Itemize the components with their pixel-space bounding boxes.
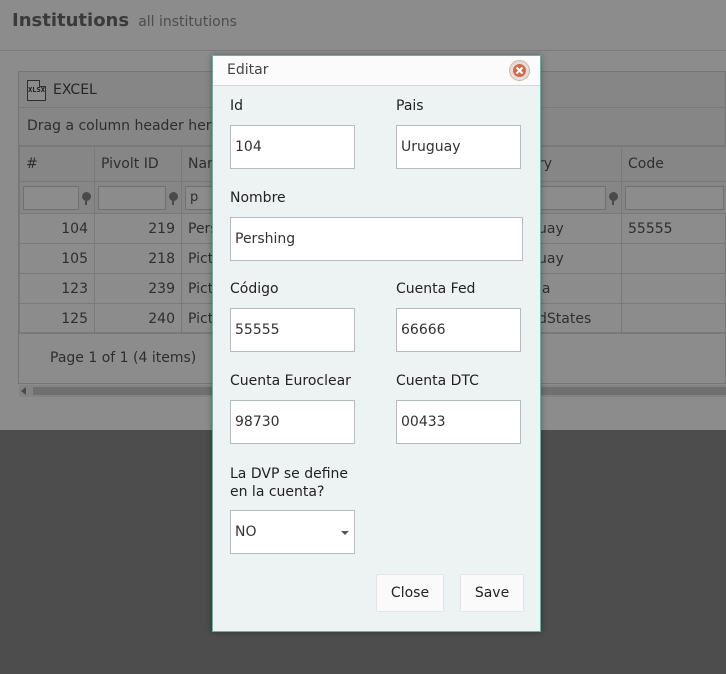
cuenta-fed-field[interactable]: 66666 — [396, 308, 521, 352]
nombre-label: Nombre — [230, 190, 286, 206]
save-button[interactable]: Save — [460, 574, 524, 612]
codigo-field[interactable]: 55555 — [230, 308, 355, 352]
id-label: Id — [230, 98, 244, 114]
cuenta-dtc-field[interactable]: 00433 — [396, 400, 521, 444]
close-icon[interactable] — [509, 60, 530, 81]
codigo-label: Código — [230, 281, 279, 297]
nombre-field[interactable]: Pershing — [230, 217, 523, 261]
dvp-select[interactable]: NO — [230, 510, 355, 554]
dialog-title: Editar — [227, 62, 269, 78]
chevron-down-icon — [341, 531, 349, 535]
cuenta-fed-label: Cuenta Fed — [396, 281, 476, 297]
cuenta-euroclear-field[interactable]: 98730 — [230, 400, 355, 444]
dialog-titlebar: Editar — [213, 56, 540, 86]
cuenta-dtc-label: Cuenta DTC — [396, 373, 479, 389]
close-button[interactable]: Close — [376, 574, 444, 612]
pais-field[interactable]: Uruguay — [396, 125, 521, 169]
pais-label: Pais — [396, 98, 424, 114]
cuenta-euroclear-label: Cuenta Euroclear — [230, 373, 351, 389]
dvp-label: La DVP se define en la cuenta? — [230, 466, 348, 500]
edit-dialog: Editar Id 104 Pais Uruguay Nombre Pershi… — [212, 55, 541, 632]
id-field[interactable]: 104 — [230, 125, 355, 169]
dvp-selected-value: NO — [235, 524, 257, 540]
